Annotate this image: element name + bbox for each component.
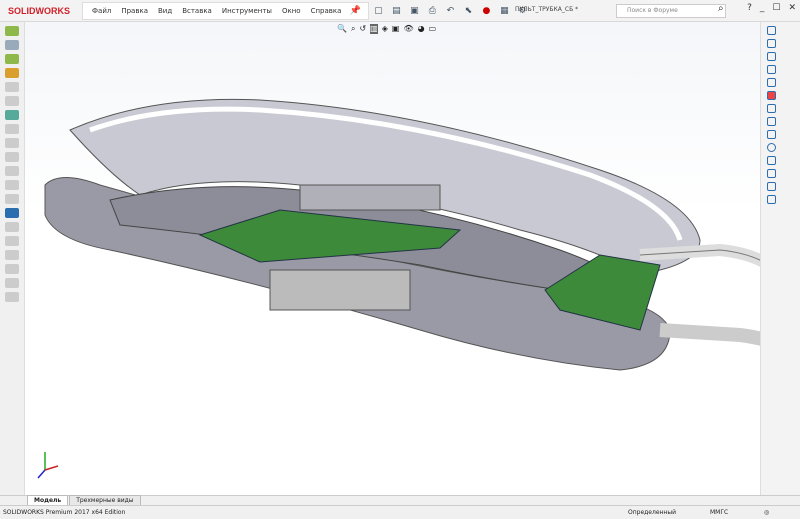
- rebuild-status-icon[interactable]: ◎: [764, 509, 769, 516]
- home-icon[interactable]: [766, 26, 776, 35]
- tool-icon[interactable]: [5, 222, 19, 232]
- graphics-area[interactable]: 🔍 ⌕ ↺ ▥ ◈ ▣ 👁 ◕ ▭: [25, 22, 796, 495]
- definition-state: Определенный: [628, 509, 676, 516]
- line-icon[interactable]: [766, 117, 776, 126]
- print-icon[interactable]: ⎙: [425, 4, 439, 18]
- logo-text: SOLIDWORKS: [8, 5, 70, 16]
- minimize-button[interactable]: _: [760, 3, 765, 13]
- select-icon[interactable]: ⬉: [461, 4, 475, 18]
- point-icon[interactable]: [766, 195, 776, 204]
- appearances-icon[interactable]: [766, 91, 776, 100]
- tool-icon[interactable]: [5, 82, 19, 92]
- product-info: SOLIDWORKS Premium 2017 x64 Edition: [3, 509, 126, 516]
- view-orientation-icon[interactable]: ◈: [382, 24, 388, 34]
- menu-help[interactable]: Справка: [306, 7, 347, 15]
- triad-axes: [37, 452, 59, 479]
- new-document-icon[interactable]: ▢: [371, 4, 385, 18]
- file-explorer-icon[interactable]: [766, 65, 776, 74]
- text-icon[interactable]: [766, 182, 776, 191]
- view-palette-icon[interactable]: [766, 78, 776, 87]
- tool-icon[interactable]: [5, 166, 19, 176]
- file-properties-icon[interactable]: ▦: [497, 4, 511, 18]
- display-style-icon[interactable]: ▣: [392, 24, 400, 34]
- appearance-icon[interactable]: ◕: [418, 24, 425, 34]
- model-view[interactable]: [25, 22, 796, 495]
- tool-icon[interactable]: [5, 292, 19, 302]
- circle-icon[interactable]: [766, 143, 776, 152]
- hide-show-icon[interactable]: 👁: [403, 24, 413, 34]
- connector-block: [269, 269, 411, 311]
- maximize-button[interactable]: ☐: [772, 3, 780, 13]
- undo-icon[interactable]: ↶: [443, 4, 457, 18]
- tool-icon[interactable]: [5, 138, 19, 148]
- arc-icon[interactable]: [766, 156, 776, 165]
- menu-bar: Файл Правка Вид Вставка Инструменты Окно…: [82, 1, 370, 20]
- custom-properties-icon[interactable]: [766, 104, 776, 113]
- heads-up-view-toolbar: 🔍 ⌕ ↺ ▥ ◈ ▣ 👁 ◕ ▭: [337, 24, 436, 34]
- sketch-icon[interactable]: [5, 40, 19, 50]
- save-icon[interactable]: ▣: [407, 4, 421, 18]
- extrude-icon[interactable]: [5, 54, 19, 64]
- unit-system[interactable]: ММГС: [710, 509, 728, 516]
- scene-icon[interactable]: ▭: [429, 24, 437, 34]
- pin-icon[interactable]: 📌: [348, 4, 362, 18]
- left-toolbar: [0, 22, 25, 495]
- tool-icon[interactable]: [5, 236, 19, 246]
- zoom-to-fit-icon[interactable]: 🔍: [337, 24, 347, 34]
- menu-file[interactable]: Файл: [87, 7, 116, 15]
- design-library-icon[interactable]: [766, 52, 776, 61]
- previous-view-icon[interactable]: ↺: [359, 24, 366, 34]
- menu-insert[interactable]: Вставка: [177, 7, 217, 15]
- assembly-icon[interactable]: [5, 68, 19, 78]
- tool-icon[interactable]: [5, 152, 19, 162]
- tool-icon[interactable]: [5, 250, 19, 260]
- tool-icon[interactable]: [5, 194, 19, 204]
- status-bar: SOLIDWORKS Premium 2017 x64 Edition Опре…: [0, 505, 800, 519]
- tool-icon[interactable]: [5, 124, 19, 134]
- mate-icon[interactable]: [5, 208, 19, 218]
- tab-3d-views[interactable]: Трехмерные виды: [69, 495, 141, 505]
- zoom-area-icon[interactable]: ⌕: [351, 24, 355, 34]
- spline-icon[interactable]: [766, 169, 776, 178]
- close-button[interactable]: ✕: [788, 3, 796, 13]
- tool-icon[interactable]: [5, 180, 19, 190]
- tool-icon[interactable]: [5, 96, 19, 106]
- solidworks-logo[interactable]: SOLIDWORKS: [0, 0, 80, 22]
- open-icon[interactable]: ▤: [389, 4, 403, 18]
- section-view-icon[interactable]: ▥: [370, 24, 378, 34]
- speaker-block: [299, 184, 441, 211]
- rebuild-icon[interactable]: ●: [479, 4, 493, 18]
- model-tabs: Модель Трехмерные виды: [0, 495, 800, 505]
- document-title: ПУЛЬТ_ТРУБКА_СБ *: [515, 6, 579, 13]
- tool-icon[interactable]: [5, 264, 19, 274]
- resources-icon[interactable]: [766, 39, 776, 48]
- menu-edit[interactable]: Правка: [116, 7, 153, 15]
- rectangle-icon[interactable]: [766, 130, 776, 139]
- title-bar: SOLIDWORKS Файл Правка Вид Вставка Инстр…: [0, 0, 800, 22]
- menu-tools[interactable]: Инструменты: [217, 7, 277, 15]
- search-icon[interactable]: ⌕: [718, 3, 724, 14]
- tool-icon[interactable]: [5, 278, 19, 288]
- menu-view[interactable]: Вид: [153, 7, 177, 15]
- search-input[interactable]: Поиск в Форуме: [616, 4, 726, 18]
- cable-bottom: [659, 323, 796, 360]
- feature-icon[interactable]: [5, 26, 19, 36]
- tool-icon[interactable]: [5, 110, 19, 120]
- task-pane-toolbar: [760, 22, 800, 495]
- menu-window[interactable]: Окно: [277, 7, 306, 15]
- help-icon[interactable]: ?: [747, 3, 752, 13]
- tab-model[interactable]: Модель: [27, 495, 69, 505]
